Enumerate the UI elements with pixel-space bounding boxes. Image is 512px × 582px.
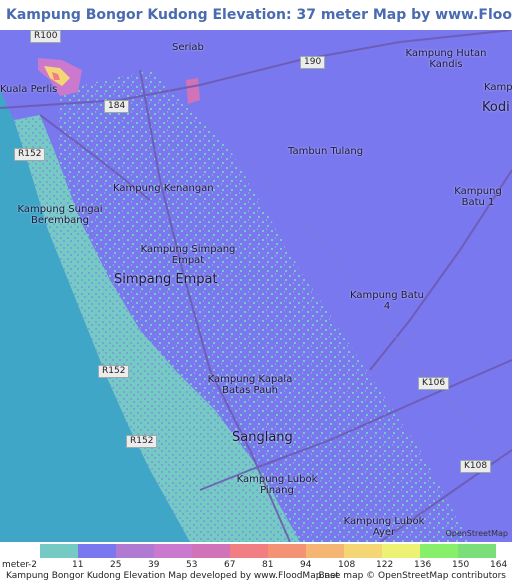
road-shield-184: 184 — [104, 100, 130, 113]
legend-label: 122 — [376, 560, 394, 570]
legend-label: 11 — [72, 560, 84, 570]
legend-swatch — [458, 544, 496, 558]
elevation-legend: meter -2 11 25 39 53 67 81 94 108 122 136 150 164 Ka… — [0, 542, 512, 582]
footer-credit: Kampung Bongor Kudong Elevation Map deve… — [6, 571, 340, 581]
legend-swatch — [230, 544, 268, 558]
place-label-kamp: Kamp — [484, 82, 512, 93]
legend-label: 150 — [452, 560, 470, 570]
place-label-kodi: Kodi — [482, 100, 510, 115]
town-patch-seriab — [186, 78, 200, 104]
legend-label: 94 — [300, 560, 312, 570]
road-shield-r152-a: R152 — [14, 148, 46, 161]
place-label-kuala-perlis: Kuala Perlis — [0, 84, 58, 95]
place-label-kampung-sungai-berembang: Kampung Sungai Berembang — [17, 204, 103, 226]
legend-unit: meter — [2, 560, 30, 570]
road-shield-r100: R100 — [30, 30, 62, 43]
road-shield-k106: K106 — [418, 377, 450, 390]
place-label-kampung-lubok-pinang: Kampung Lubok Pinang — [236, 474, 318, 496]
place-label-kampung-hutan-kandis: Kampung Hutan Kandis — [405, 48, 487, 70]
legend-label: -2 — [28, 560, 37, 570]
place-label-seriab: Seriab — [172, 42, 204, 53]
legend-label: 81 — [262, 560, 274, 570]
road-shield-190: 190 — [300, 56, 326, 69]
legend-swatch — [154, 544, 192, 558]
footer-basemap: Base map © OpenStreetMap contributors — [318, 571, 506, 581]
place-label-kampung-kapala-batas-pauh: Kampung Kapala Batas Pauh — [207, 374, 293, 396]
legend-label: 25 — [110, 560, 122, 570]
elevation-map[interactable]: Seriab Kampung Hutan Kandis Kamp Kodi Ku… — [0, 30, 512, 542]
place-label-kampung-batu-1: Kampung Batu 1 — [454, 186, 502, 208]
place-label-kampung-simpang-empat: Kampung Simpang Empat — [140, 244, 236, 266]
legend-label: 136 — [414, 560, 432, 570]
osm-attribution-small: OpenStreetMap — [445, 529, 508, 538]
legend-swatch — [116, 544, 154, 558]
legend-swatch — [78, 544, 116, 558]
legend-label: 108 — [338, 560, 356, 570]
legend-swatch — [268, 544, 306, 558]
map-title: Kampung Bongor Kudong Elevation: 37 mete… — [0, 0, 512, 30]
place-label-kampung-batu-4: Kampung Batu 4 — [349, 290, 425, 312]
road-shield-r152-c: R152 — [126, 435, 158, 448]
legend-label: 39 — [148, 560, 160, 570]
road-shield-r152-b: R152 — [98, 365, 130, 378]
legend-label: 53 — [186, 560, 198, 570]
legend-swatch — [40, 544, 78, 558]
legend-swatch — [192, 544, 230, 558]
legend-swatch — [306, 544, 344, 558]
map-canvas — [0, 30, 512, 542]
place-label-tambun-tulang: Tambun Tulang — [288, 146, 364, 157]
legend-swatches — [40, 544, 496, 558]
legend-swatch — [344, 544, 382, 558]
place-label-kampung-lubok-ayer: Kampung Lubok Ayer — [343, 516, 425, 538]
legend-label: 67 — [224, 560, 236, 570]
place-label-sanglang: Sanglang — [232, 430, 293, 445]
legend-label: 164 — [490, 560, 508, 570]
place-label-kampung-kenangan: Kampung Kenangan — [113, 183, 214, 194]
legend-swatch — [382, 544, 420, 558]
road-shield-k108: K108 — [460, 460, 492, 473]
place-label-simpang-empat: Simpang Empat — [114, 272, 218, 287]
legend-swatch — [420, 544, 458, 558]
